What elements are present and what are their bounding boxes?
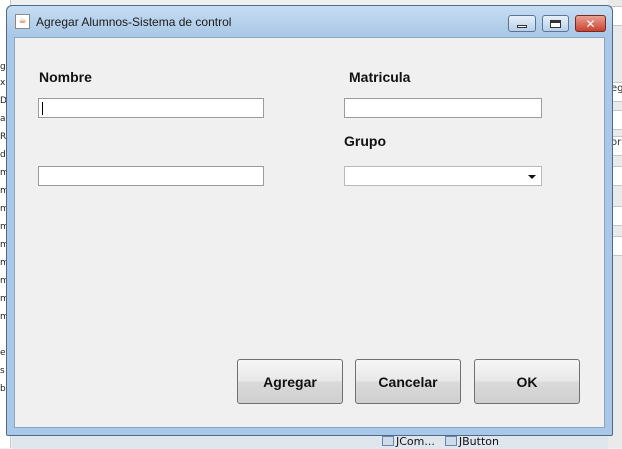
maximize-button[interactable] [542,15,569,32]
grupo-label: Grupo [344,133,386,149]
minimize-button[interactable] [508,15,536,32]
dialog-window: ☕ Agregar Alumnos-Sistema de control ✕ N… [6,5,613,436]
tree-item: JCom... [382,434,435,448]
tree-item-label: JCom... [396,434,435,448]
nombre-label: Nombre [39,69,92,85]
minimize-icon [517,25,527,28]
agregar-button[interactable]: Agregar [237,359,343,404]
maximize-icon [550,19,561,28]
grupo-dropdown[interactable] [344,166,542,186]
dialog-content: Nombre Matricula Grupo Agregar Cancelar … [14,37,605,428]
nombre-field[interactable] [38,98,264,118]
text-caret [42,102,43,115]
tree-item-label: JButton [458,434,499,448]
close-button[interactable]: ✕ [575,15,606,32]
chevron-down-icon [528,175,536,179]
matricula-field[interactable] [344,98,542,118]
tree-item: JButton [444,434,499,448]
java-cup-icon: ☕ [15,14,30,29]
matricula-label: Matricula [349,69,411,85]
ok-button[interactable]: OK [474,359,580,404]
second-text-field[interactable] [38,166,264,186]
close-icon: ✕ [585,16,596,31]
component-icon [382,436,394,446]
title-bar[interactable]: ☕ Agregar Alumnos-Sistema de control ✕ [7,6,612,36]
cancelar-button[interactable]: Cancelar [355,359,461,404]
window-title: Agregar Alumnos-Sistema de control [36,15,232,29]
button-component-icon [444,436,457,446]
